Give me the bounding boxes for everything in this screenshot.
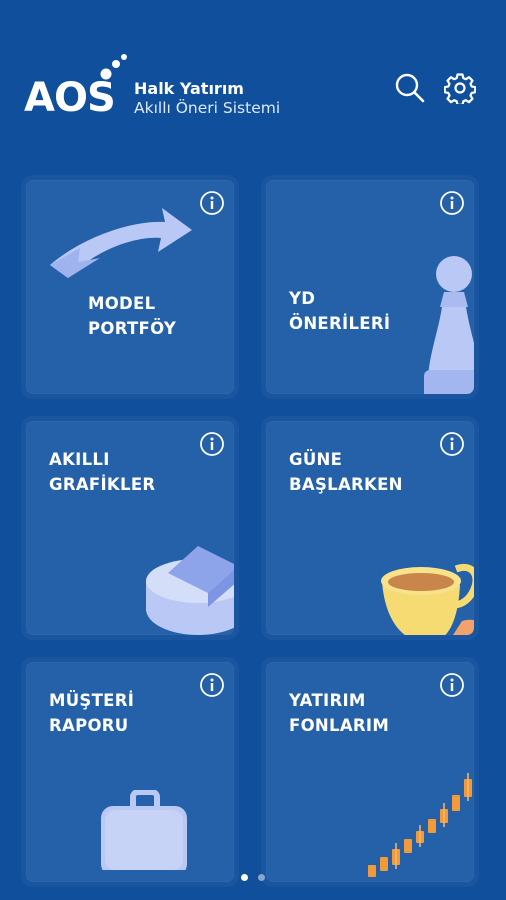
search-icon[interactable] bbox=[394, 72, 426, 104]
brand-name: Halk Yatırım bbox=[134, 79, 244, 98]
card-yatirim-fonlarim[interactable]: YATIRIM FONLARIM bbox=[261, 657, 479, 887]
coffee-cup-icon bbox=[381, 564, 474, 635]
card-model-portfoy[interactable]: MODEL PORTFÖY bbox=[21, 175, 239, 399]
candlestick-chart-icon bbox=[368, 773, 472, 877]
card-title: YATIRIM FONLARIM bbox=[289, 691, 390, 735]
chess-pawn-icon bbox=[424, 256, 474, 394]
info-icon[interactable] bbox=[439, 431, 465, 457]
card-musteri-raporu[interactable]: MÜŞTERİ RAPORU bbox=[21, 657, 239, 887]
info-icon[interactable] bbox=[199, 431, 225, 457]
page-dot[interactable] bbox=[257, 874, 265, 881]
pie-chart-icon bbox=[146, 546, 234, 635]
card-title: MÜŞTERİ RAPORU bbox=[49, 691, 135, 735]
info-icon[interactable] bbox=[439, 190, 465, 216]
card-title: GÜNE BAŞLARKEN bbox=[289, 450, 403, 494]
card-akilli-grafikler[interactable]: AKILLI GRAFİKLER bbox=[21, 416, 239, 640]
logo-text: AOS bbox=[24, 75, 116, 121]
card-title: YD ÖNERİLERİ bbox=[289, 289, 391, 333]
page-indicator bbox=[0, 866, 506, 881]
card-title: MODEL PORTFÖY bbox=[88, 294, 177, 338]
swap-arrows-icon bbox=[50, 208, 192, 278]
info-icon[interactable] bbox=[439, 672, 465, 698]
briefcase-icon bbox=[101, 790, 187, 870]
card-title: AKILLI GRAFİKLER bbox=[49, 450, 156, 494]
info-icon[interactable] bbox=[199, 672, 225, 698]
info-icon[interactable] bbox=[199, 190, 225, 216]
app-header: AOS Halk Yatırım Akıllı Öneri Sistemi bbox=[0, 0, 506, 150]
gear-icon[interactable] bbox=[443, 72, 477, 106]
card-yd-onerileri[interactable]: YD ÖNERİLERİ bbox=[261, 175, 479, 399]
page-dot-active[interactable] bbox=[241, 874, 249, 881]
brand-subtitle: Akıllı Öneri Sistemi bbox=[134, 99, 281, 117]
card-gune-baslarken[interactable]: GÜNE BAŞLARKEN bbox=[261, 416, 479, 640]
